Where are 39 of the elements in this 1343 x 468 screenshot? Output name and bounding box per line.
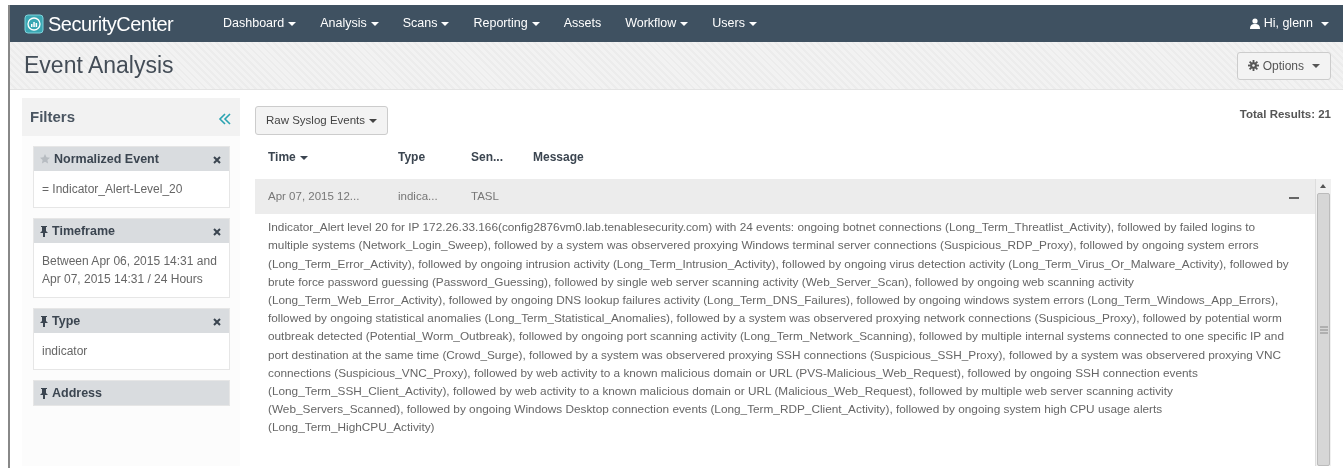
table-cell-text: Apr 07, 2015 12... [268,189,361,205]
nav-menu-item[interactable]: Analysis [320,14,379,33]
column-header[interactable]: Sen... [471,148,533,167]
column-header[interactable]: Type [398,148,471,167]
logo-icon [24,13,44,34]
pin-icon [40,315,48,327]
nav-menu-item[interactable]: Workflow [625,14,689,33]
table-cell-text: TASL [471,189,500,205]
filter-value: = Indicator_Alert-Level_20 [41,181,184,198]
nav-menu-item[interactable]: Dashboard [223,14,297,33]
filter-value: Between Apr 06, 2015 14:31 and Apr 07, 2015 14:31 / 24 Hours [41,253,218,288]
filter-label: Address [52,384,103,402]
table-row[interactable]: Apr 07, 2015 12... indica... TASL [255,179,1315,215]
filters-title: Filters [30,106,75,127]
user-icon [1249,18,1260,29]
app-logo-text: SecurityCenter [48,11,174,37]
gear-icon [1247,60,1259,71]
nav-menu-item[interactable]: Scans [402,14,450,33]
scrollbar[interactable] [1315,179,1331,466]
grip-icon [1319,325,1328,334]
filter-label: Timeframe [52,222,115,240]
page-title: Event Analysis [24,51,174,80]
table-cell-text: indica... [398,189,439,205]
view-dropdown-button[interactable]: Raw Syslog Events [255,106,389,136]
nav-menu-item[interactable]: Assets [563,14,602,33]
column-header[interactable]: Time [268,148,398,167]
filter-value: indicator [41,343,89,360]
nav-menu-item[interactable]: Reporting [473,14,540,33]
total-results: Total Results: 21 [1239,107,1331,122]
options-button[interactable]: Options [1236,51,1331,80]
pin-icon [40,387,48,399]
event-message: Indicator_Alert level 20 for IP 172.26.33.166(config2876vm0.lab.tenablesecurity.com) with 24 events: ongoing botnet connections (Long_Term_Threatlist_Activity), followed by failed logins to multiple systems (Network_Login_Sweep), followed by a system was observered proxying Windows terminal server connections (Suspicious_RDP_Proxy), followed by ongoing system errors (Long_Term_Error_Activity), followed by ongoing intrusion activity (Long_Term_Intrusion_Activity), followed by ongoing virus detection activity (Long_Term_Virus_Or_Malware_Activity), followed by brute force password guessing (Password_Guessing), followed by single web server scanning activity (Web_Server_Scan), followed by ongoing web scanning activity (Long_Term_Web_Error_Activity), followed by ongoing DNS lookup failures activity (Long_Term_DNS_Failures), followed by ongoing windows system errors (Long_Term_Windows_App_Errors), followed by ongoing statistical anomalies (Long_Term_Statistical_Anomalies), followed by a system was observered proxying network connections (Suspicious_Proxy), followed by potential worm outbreak detected (Potential_Worm_Outbreak), followed by ongoing port scanning activity (Long_Term_Network_Scanning), followed by multiple internal systems connected to one specific IP and port destination at the same time (Crowd_Surge), followed by a system was observered proxying SSH connections (Suspicious_SSH_Proxy), followed by a system was observered proxying VNC connections (Suspicious_VNC_Proxy), followed by web activity to a known malicious domain or URL (PVS-Malicious_Web_Request), followed by ongoing SSH connection events (Long_Term_SSH_Client_Activity), followed by web activity to a known malicious domain or URL (Malicious_Web_Request), followed by multiple web server scanning activity (Web_Servers_Scanned), followed by ongoing Windows Desktop connection events (Long_Term_RDP_Client_Activity), followed by ongoing system high CPU usage alerts (Long_Term_HighCPU_Activity) [267,219,1290,437]
filter-label: Type [52,312,81,330]
column-header[interactable]: Message [533,148,584,167]
nav-menu-item[interactable]: Users [712,14,757,33]
user-menu[interactable]: Hi, glenn [1249,14,1329,33]
filter-label: Normalized Event [54,150,159,168]
star-icon [40,154,50,164]
pin-icon [40,225,48,237]
